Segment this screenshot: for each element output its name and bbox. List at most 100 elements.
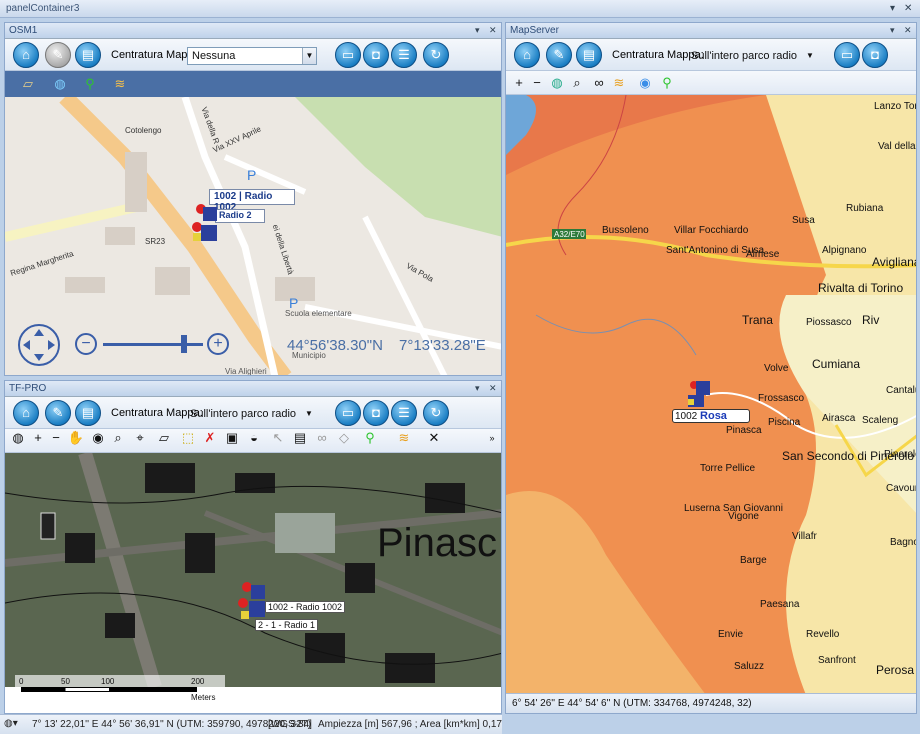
centratura-select[interactable]: Nessuna ▼ [187, 47, 317, 65]
radio-marker-icon[interactable] [191, 203, 225, 247]
globe-status-icon[interactable]: ◍▾ [4, 718, 18, 729]
centratura-select[interactable]: Sull'intero parco radio ▼ [185, 405, 317, 423]
mapserver-toolbar: ⌂ ✎ ▤ Centratura Mappa: Sull'intero parc… [506, 39, 916, 71]
mapserver-close-icon[interactable]: ✕ [904, 25, 912, 36]
scale-tick: 50 [61, 677, 70, 686]
globe-icon[interactable]: ◍ [9, 429, 27, 447]
map-icon[interactable]: ▱ [155, 429, 173, 447]
pointer-icon[interactable]: ↖ [269, 429, 287, 447]
zoom-in-button[interactable]: + [207, 333, 229, 355]
layers-stack-icon[interactable]: ≋ [395, 429, 413, 447]
delete-selection-icon[interactable]: ✗ [201, 429, 219, 447]
town-label: Revello [806, 629, 840, 640]
globe-icon[interactable]: ◍ [51, 75, 69, 93]
zoom-slider-handle[interactable] [181, 335, 187, 353]
open-folder-button[interactable]: ▭ [335, 42, 361, 68]
pan-hand-icon[interactable]: ✋ [67, 429, 85, 447]
window-title: panelContainer3 [6, 3, 80, 14]
link-icon[interactable]: ∞ [313, 429, 331, 447]
town-label: Villar Focchiardo [674, 225, 749, 236]
zoom-in-icon[interactable]: + [29, 429, 47, 447]
zoom-in-icon[interactable]: + [510, 74, 528, 92]
mapserver-pin-icon[interactable]: ▾ [890, 25, 895, 36]
world-icon[interactable]: ◉ [636, 74, 654, 92]
place-label: Pinasc [377, 521, 498, 565]
town-label: Villafr [792, 531, 817, 542]
open-folder-button[interactable]: ▭ [335, 400, 361, 426]
refresh-button[interactable]: ↻ [423, 42, 449, 68]
pushpin-icon[interactable]: ⚲ [658, 74, 676, 92]
centratura-select[interactable]: Sull'intero parco radio ▼ [686, 47, 818, 65]
globe-icon[interactable]: ◍ [548, 74, 566, 92]
radio-id: 1002 [675, 411, 698, 422]
save-button[interactable]: ◘ [363, 42, 389, 68]
save-button[interactable]: ◘ [862, 42, 888, 68]
chevron-down-icon[interactable]: ▼ [302, 48, 316, 64]
ruler-button[interactable]: ✎ [546, 42, 572, 68]
layers-button[interactable]: ▤ [576, 42, 602, 68]
ruler-button[interactable]: ✎ [45, 400, 71, 426]
tfpro-close-icon[interactable]: ✕ [489, 383, 497, 394]
pushpin-icon[interactable]: ⚲ [361, 429, 379, 447]
ruler-button[interactable]: ✎ [45, 42, 71, 68]
zoom-extent-icon[interactable]: ⌖ [131, 429, 149, 447]
home-button[interactable]: ⌂ [514, 42, 540, 68]
town-label: Envie [718, 629, 744, 640]
shape-icon[interactable]: ◇ [335, 429, 353, 447]
town-label: Sanfront [818, 655, 856, 666]
radio-tag[interactable]: 1002 Rosa [672, 409, 750, 423]
magnifier-icon[interactable]: ⌕ [109, 429, 127, 447]
close-icon[interactable]: ✕ [904, 3, 912, 14]
town-label: Susa [792, 215, 815, 226]
layers-button[interactable]: ▤ [75, 400, 101, 426]
print-button[interactable]: ☰ [391, 400, 417, 426]
map-icon[interactable]: ▱ [19, 75, 37, 93]
town-label: Rivalta di Torino [818, 281, 904, 295]
mapserver-title: MapServer [510, 25, 559, 36]
magnifier-icon[interactable]: ⌕ [568, 74, 586, 92]
ellipse-icon[interactable]: ◒ [245, 429, 263, 447]
chevron-down-icon[interactable]: ▼ [803, 48, 817, 64]
zoom-out-icon[interactable]: − [47, 429, 65, 447]
pin-icon[interactable]: ▾ [890, 3, 895, 14]
town-label: Cavour [886, 483, 917, 494]
tfpro-pin-icon[interactable]: ▾ [475, 383, 480, 394]
tfpro-title-bar: TF-PRO ▾ ✕ [5, 381, 501, 397]
zoom-out-button[interactable]: − [75, 333, 97, 355]
layers-stack-icon[interactable]: ≋ [111, 75, 129, 93]
town-label: Val della Torre [878, 141, 916, 152]
tfpro-satellite-map[interactable] [5, 453, 502, 687]
scale-bar: 0 50 100 200 Meters [15, 675, 225, 705]
properties-icon[interactable]: ▣ [223, 429, 241, 447]
home-button[interactable]: ⌂ [13, 42, 39, 68]
tools-icon[interactable]: ✕ [425, 429, 443, 447]
layers-stack-icon[interactable]: ≋ [610, 74, 628, 92]
layer-list-icon[interactable]: ▤ [291, 429, 309, 447]
home-button[interactable]: ⌂ [13, 400, 39, 426]
pan-control-icon[interactable] [17, 323, 61, 367]
town-label: Cumiana [812, 357, 861, 371]
layers-button[interactable]: ▤ [75, 42, 101, 68]
town-label: Vigone [728, 511, 759, 522]
street-label: Via Alighieri [225, 367, 267, 376]
pushpin-icon[interactable]: ⚲ [81, 75, 99, 93]
radio-label[interactable]: 2 - 1 - Radio 1 [255, 619, 319, 631]
refresh-button[interactable]: ↻ [423, 400, 449, 426]
print-button[interactable]: ☰ [391, 42, 417, 68]
overflow-icon[interactable]: » [483, 429, 501, 447]
zoom-slider[interactable] [103, 343, 203, 346]
osm-close-icon[interactable]: ✕ [489, 25, 497, 36]
world-icon[interactable]: ◉ [89, 429, 107, 447]
latitude-readout: 44°56'38.30"N [287, 337, 383, 354]
open-folder-button[interactable]: ▭ [834, 42, 860, 68]
chevron-down-icon[interactable]: ▼ [302, 406, 316, 422]
save-button[interactable]: ◘ [363, 400, 389, 426]
osm-pin-icon[interactable]: ▾ [475, 25, 480, 36]
select-box-icon[interactable]: ⬚ [179, 429, 197, 447]
binoculars-icon[interactable]: ∞ [590, 74, 608, 92]
mapserver-panel: MapServer ▾ ✕ ⌂ ✎ ▤ Centratura Mappa: Su… [505, 22, 917, 714]
radio-marker-icon[interactable] [686, 379, 714, 409]
town-label: Alpignano [822, 245, 867, 256]
zoom-out-icon[interactable]: − [528, 74, 546, 92]
radio-label[interactable]: 1002 - Radio 1002 [265, 601, 346, 613]
